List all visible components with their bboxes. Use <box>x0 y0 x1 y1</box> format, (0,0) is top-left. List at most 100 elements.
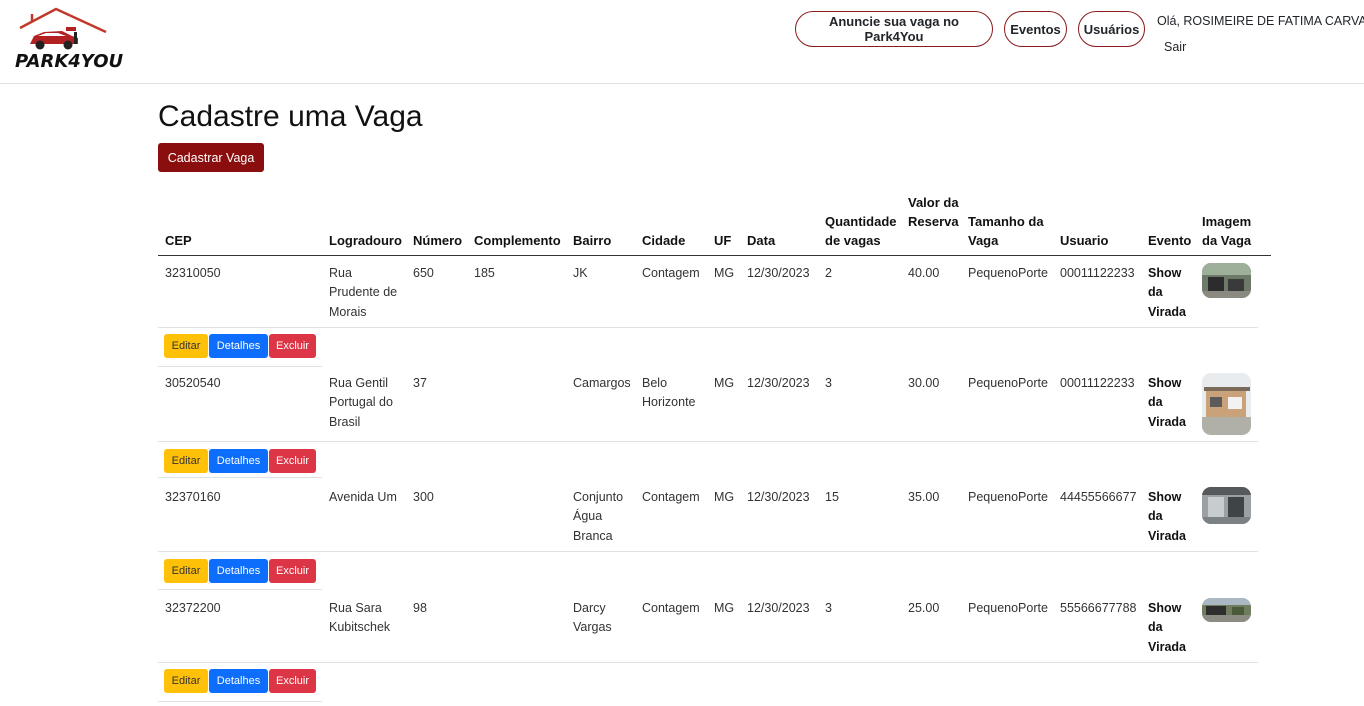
edit-button[interactable]: Editar <box>164 449 208 473</box>
row-divider <box>158 327 1258 328</box>
cell-uf: MG <box>714 266 735 280</box>
cell-bairro: Camargos <box>573 376 631 390</box>
cell-cep: 32310050 <box>165 266 221 280</box>
col-header-evento: Evento <box>1148 233 1192 248</box>
top-navbar: PARK4YOU Anuncie sua vaga no Park4You Ev… <box>0 0 1364 84</box>
cell-evento: Show da Virada <box>1148 376 1186 429</box>
cell-valor: 40.00 <box>908 266 940 280</box>
cell-uf: MG <box>714 376 735 390</box>
col-header-data: Data <box>747 233 776 248</box>
col-header-complemento: Complemento <box>474 233 561 248</box>
cell-cidade: Contagem <box>642 490 700 504</box>
cell-complemento: 185 <box>474 266 495 280</box>
cell-cep: 32372200 <box>165 601 221 615</box>
delete-button[interactable]: Excluir <box>269 669 316 693</box>
cell-quantidade: 3 <box>825 376 832 390</box>
car-house-icon <box>19 7 107 50</box>
col-header-cidade: Cidade <box>642 233 686 248</box>
brand-name: PARK4YOU <box>15 51 124 72</box>
edit-button[interactable]: Editar <box>164 334 208 358</box>
anuncie-vaga-button[interactable]: Anuncie sua vaga no Park4You <box>795 11 993 47</box>
cell-bairro: Darcy Vargas <box>573 601 612 635</box>
cell-evento: Show da Virada <box>1148 601 1186 654</box>
cell-data: 12/30/2023 <box>747 266 810 280</box>
actions-divider <box>158 589 322 590</box>
col-header-usuario: Usuario <box>1060 233 1109 248</box>
details-button[interactable]: Detalhes <box>209 449 268 473</box>
cell-logradouro: Rua Gentil Portugal do Brasil <box>329 376 393 429</box>
usuarios-nav-button[interactable]: Usuários <box>1078 11 1145 47</box>
cell-cidade: Contagem <box>642 266 700 280</box>
logout-link[interactable]: Sair <box>1164 40 1186 54</box>
cell-evento: Show da Virada <box>1148 490 1186 543</box>
cell-cidade: Belo Horizonte <box>642 376 696 410</box>
cell-usuario: 55566677788 <box>1060 601 1137 615</box>
details-button[interactable]: Detalhes <box>209 669 268 693</box>
vaga-thumbnail[interactable] <box>1202 487 1251 524</box>
actions-divider <box>158 477 322 478</box>
cell-bairro: JK <box>573 266 588 280</box>
cell-logradouro: Rua Sara Kubitschek <box>329 601 391 635</box>
col-header-tamanho: Tamanho da Vaga <box>968 214 1044 248</box>
vaga-thumbnail[interactable] <box>1202 373 1251 435</box>
vaga-thumbnail[interactable] <box>1202 598 1251 622</box>
edit-button[interactable]: Editar <box>164 559 208 583</box>
cell-data: 12/30/2023 <box>747 376 810 390</box>
cell-tamanho: PequenoPorte <box>968 376 1048 390</box>
cell-quantidade: 15 <box>825 490 839 504</box>
page-title: Cadastre uma Vaga <box>158 100 423 133</box>
house-photo-image <box>1202 373 1251 435</box>
row-divider <box>158 551 1258 552</box>
brand-logo[interactable]: PARK4YOU <box>14 6 123 76</box>
street-photo-image <box>1202 598 1251 622</box>
cell-numero: 650 <box>413 266 434 280</box>
details-button[interactable]: Detalhes <box>209 559 268 583</box>
cell-tamanho: PequenoPorte <box>968 490 1048 504</box>
cell-quantidade: 2 <box>825 266 832 280</box>
col-header-valor: Valor da Reserva <box>908 195 959 229</box>
eventos-nav-button[interactable]: Eventos <box>1004 11 1067 47</box>
col-header-numero: Número <box>413 233 463 248</box>
col-header-logradouro: Logradouro <box>329 233 402 248</box>
cell-usuario: 00011122233 <box>1060 266 1135 280</box>
cell-uf: MG <box>714 490 735 504</box>
parking-photo-image <box>1202 263 1251 298</box>
cell-tamanho: PequenoPorte <box>968 601 1048 615</box>
cell-data: 12/30/2023 <box>747 601 810 615</box>
cell-logradouro: Avenida Um <box>329 490 397 504</box>
actions-divider <box>158 701 322 702</box>
cell-uf: MG <box>714 601 735 615</box>
cadastrar-vaga-button[interactable]: Cadastrar Vaga <box>158 143 264 172</box>
cell-tamanho: PequenoPorte <box>968 266 1048 280</box>
user-greeting: Olá, ROSIMEIRE DE FATIMA CARVALHO <box>1157 14 1364 28</box>
garage-photo-image <box>1202 487 1251 524</box>
row-divider <box>158 662 1258 663</box>
details-button[interactable]: Detalhes <box>209 334 268 358</box>
delete-button[interactable]: Excluir <box>269 559 316 583</box>
cell-numero: 37 <box>413 376 427 390</box>
cell-valor: 30.00 <box>908 376 940 390</box>
cell-valor: 35.00 <box>908 490 940 504</box>
cell-evento: Show da Virada <box>1148 266 1186 319</box>
table-header-divider <box>158 255 1271 256</box>
col-header-cep: CEP <box>165 233 192 248</box>
cell-cidade: Contagem <box>642 601 700 615</box>
cell-cep: 32370160 <box>165 490 221 504</box>
col-header-bairro: Bairro <box>573 233 612 248</box>
edit-button[interactable]: Editar <box>164 669 208 693</box>
cell-numero: 300 <box>413 490 434 504</box>
cell-cep: 30520540 <box>165 376 221 390</box>
vaga-thumbnail[interactable] <box>1202 263 1251 298</box>
col-header-uf: UF <box>714 233 732 248</box>
cell-logradouro: Rua Prudente de Morais <box>329 266 398 319</box>
cell-usuario: 44455566677 <box>1060 490 1137 504</box>
cell-bairro: Conjunto Água Branca <box>573 490 624 543</box>
row-divider <box>158 441 1258 442</box>
cell-valor: 25.00 <box>908 601 940 615</box>
cell-quantidade: 3 <box>825 601 832 615</box>
cell-data: 12/30/2023 <box>747 490 810 504</box>
cell-numero: 98 <box>413 601 427 615</box>
delete-button[interactable]: Excluir <box>269 449 316 473</box>
delete-button[interactable]: Excluir <box>269 334 316 358</box>
cell-usuario: 00011122233 <box>1060 376 1135 390</box>
